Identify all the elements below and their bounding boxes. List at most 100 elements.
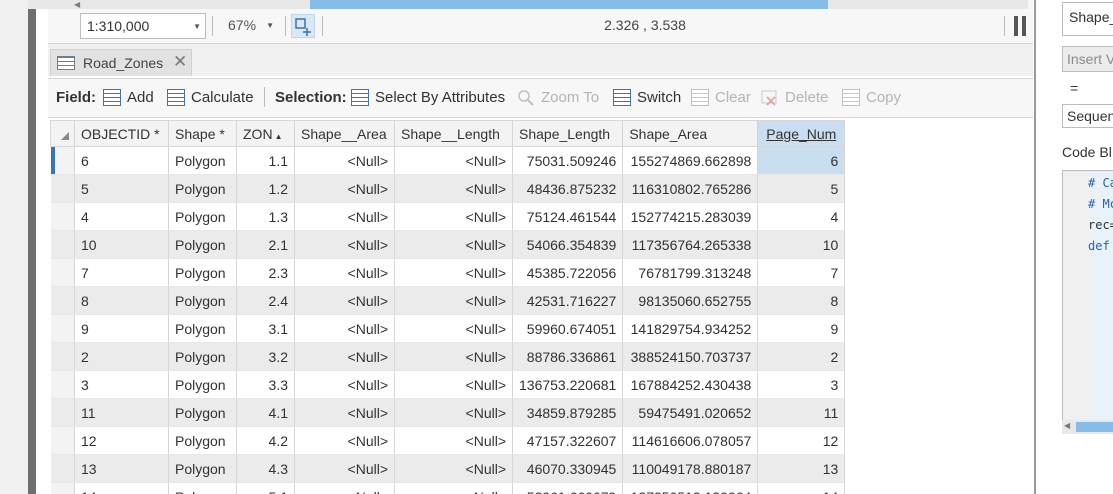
column-header[interactable]: Shape__Length [394, 120, 513, 147]
table-cell[interactable]: 42531.716227 [512, 286, 624, 315]
row-selector[interactable] [50, 174, 75, 203]
table-cell[interactable]: 7 [74, 258, 169, 287]
expression-field[interactable]: Sequen [1062, 104, 1113, 128]
table-cell[interactable]: 4 [74, 202, 169, 231]
table-cell[interactable]: <Null> [294, 370, 395, 399]
table-row[interactable]: 11 Polygon 4.1 <Null> <Null> 34859.879285 5947… [50, 398, 846, 427]
row-selector[interactable] [50, 342, 75, 371]
zoom-to-button[interactable]: Zoom To [541, 89, 599, 106]
table-cell[interactable]: 45385.722056 [512, 258, 624, 287]
table-cell[interactable]: 3 [757, 370, 846, 399]
row-selector[interactable] [50, 482, 75, 494]
table-cell[interactable]: 1.2 [236, 174, 295, 203]
table-cell[interactable]: Polygon [168, 398, 237, 427]
table-cell[interactable]: 6 [74, 146, 169, 175]
table-row[interactable]: 5 Polygon 1.2 <Null> <Null> 48436.875232 11631… [50, 174, 846, 203]
table-cell[interactable]: <Null> [394, 286, 513, 315]
table-cell[interactable]: <Null> [394, 314, 513, 343]
table-cell[interactable]: 52961.660079 [512, 482, 624, 494]
table-cell[interactable]: 8 [74, 286, 169, 315]
table-cell[interactable]: Polygon [168, 482, 237, 494]
table-cell[interactable]: Polygon [168, 230, 237, 259]
column-header[interactable]: Shape_Area [622, 120, 759, 147]
table-cell[interactable]: Polygon [168, 454, 237, 483]
table-cell[interactable]: 2.1 [236, 230, 295, 259]
tab-road-zones[interactable]: Road_Zones ✕ [50, 49, 192, 76]
table-cell[interactable]: 1.1 [236, 146, 295, 175]
table-cell[interactable]: <Null> [294, 454, 395, 483]
table-cell[interactable]: Polygon [168, 258, 237, 287]
insert-values-button[interactable]: Insert V [1062, 46, 1113, 72]
table-cell[interactable]: 114616606.078057 [622, 426, 759, 455]
switch-selection-button[interactable]: Switch [637, 89, 681, 106]
table-cell[interactable]: 8 [757, 286, 846, 315]
row-selector[interactable] [50, 426, 75, 455]
zoom-percent-combobox[interactable]: 67% ▼ [220, 13, 280, 39]
table-cell[interactable]: 54066.354839 [512, 230, 624, 259]
table-cell[interactable]: 13 [757, 454, 846, 483]
table-row[interactable]: 12 Polygon 4.2 <Null> <Null> 47157.322607 1146… [50, 426, 846, 455]
table-cell[interactable]: 75124.461544 [512, 202, 624, 231]
copy-button[interactable]: Copy [866, 89, 901, 106]
table-row[interactable]: 9 Polygon 3.1 <Null> <Null> 59960.674051 14182… [50, 314, 846, 343]
table-cell[interactable]: 14 [757, 482, 846, 494]
table-cell[interactable]: 137350513.139964 [622, 482, 759, 494]
row-selector[interactable] [50, 398, 75, 427]
table-cell[interactable]: 136753.220681 [512, 370, 624, 399]
select-all-corner[interactable] [50, 120, 75, 147]
scrollbar-thumb[interactable] [1076, 422, 1113, 432]
snapping-icon[interactable] [291, 14, 315, 38]
table-cell[interactable]: Polygon [168, 202, 237, 231]
scroll-left-arrow-icon[interactable]: ◀ [74, 0, 80, 9]
table-cell[interactable]: <Null> [394, 230, 513, 259]
table-cell[interactable]: 88786.336861 [512, 342, 624, 371]
clear-selection-button[interactable]: Clear [715, 89, 751, 106]
row-selector[interactable] [50, 370, 75, 399]
table-cell[interactable]: 152774215.283039 [622, 202, 759, 231]
table-cell[interactable]: <Null> [294, 314, 395, 343]
row-selector[interactable] [50, 202, 75, 231]
chevron-down-icon[interactable]: ▼ [193, 22, 201, 31]
table-cell[interactable]: <Null> [394, 258, 513, 287]
table-cell[interactable]: 4 [757, 202, 846, 231]
table-row[interactable]: 4 Polygon 1.3 <Null> <Null> 75124.461544 15277… [50, 202, 846, 231]
table-cell[interactable]: 167884252.430438 [622, 370, 759, 399]
column-header[interactable]: OBJECTID * [74, 120, 169, 147]
row-selector[interactable] [50, 146, 75, 175]
table-cell[interactable]: 11 [74, 398, 169, 427]
table-cell[interactable]: 2.3 [236, 258, 295, 287]
calculate-field-button[interactable]: Calculate [191, 89, 254, 106]
table-cell[interactable]: <Null> [394, 146, 513, 175]
row-selector[interactable] [50, 286, 75, 315]
code-horizontal-scrollbar[interactable]: ◀ [1062, 420, 1113, 434]
table-cell[interactable]: <Null> [394, 342, 513, 371]
table-cell[interactable]: <Null> [294, 482, 395, 494]
table-cell[interactable]: <Null> [294, 258, 395, 287]
close-icon[interactable]: ✕ [173, 52, 187, 72]
row-selector[interactable] [50, 454, 75, 483]
select-by-attributes-button[interactable]: Select By Attributes [375, 89, 505, 106]
table-cell[interactable]: 59960.674051 [512, 314, 624, 343]
table-cell[interactable]: Polygon [168, 174, 237, 203]
scroll-left-arrow-icon[interactable]: ◀ [1064, 421, 1070, 430]
table-cell[interactable]: 5.1 [236, 482, 295, 494]
chevron-down-icon[interactable]: ▼ [266, 21, 274, 30]
table-cell[interactable]: 5 [757, 174, 846, 203]
table-cell[interactable]: <Null> [394, 202, 513, 231]
row-selector[interactable] [50, 258, 75, 287]
table-cell[interactable]: Polygon [168, 426, 237, 455]
table-cell[interactable]: <Null> [294, 174, 395, 203]
table-row[interactable]: 10 Polygon 2.1 <Null> <Null> 54066.354839 1173… [50, 230, 846, 259]
table-cell[interactable]: 2.4 [236, 286, 295, 315]
table-cell[interactable]: 6 [757, 146, 846, 175]
table-cell[interactable]: <Null> [394, 454, 513, 483]
table-cell[interactable]: <Null> [394, 482, 513, 494]
map-scale-combobox[interactable]: 1:310,000 ▼ [80, 13, 206, 39]
column-header-selected[interactable]: Page_Num [757, 120, 846, 147]
table-row[interactable]: 7 Polygon 2.3 <Null> <Null> 45385.722056 76781… [50, 258, 846, 287]
delete-button[interactable]: Delete [785, 89, 828, 106]
table-cell[interactable]: Polygon [168, 314, 237, 343]
table-cell[interactable]: 110049178.880187 [622, 454, 759, 483]
pause-drawing-icon[interactable] [1014, 16, 1028, 36]
table-cell[interactable]: 76781799.313248 [622, 258, 759, 287]
